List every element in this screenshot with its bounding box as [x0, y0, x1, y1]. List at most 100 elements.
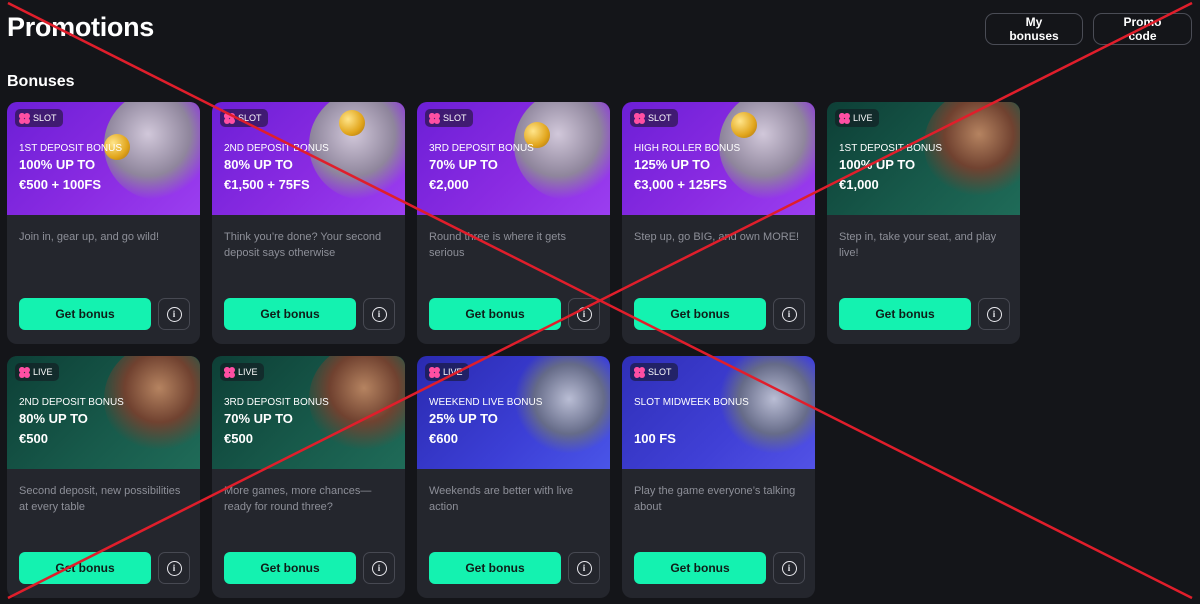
offer-amount: €600 [429, 431, 458, 446]
badge-label: SLOT [648, 367, 672, 377]
offer-amount: €500 [19, 431, 48, 446]
offer-amount: €500 + 100FS [19, 177, 102, 192]
info-button[interactable]: i [158, 552, 190, 584]
bonus-banner: LIVE 2ND DEPOSIT BONUS 80% UP TO €500 [7, 356, 200, 469]
offer-amount: €500 [224, 431, 253, 446]
badge-label: SLOT [443, 113, 467, 123]
offer-amount: €3,000 + 125FS [634, 177, 727, 192]
bonus-description: Step in, take your seat, and play live! [839, 231, 997, 259]
bonus-banner: SLOT SLOT MIDWEEK BONUS 100 FS [622, 356, 815, 469]
info-button[interactable]: i [773, 552, 805, 584]
offer-type: WEEKEND LIVE BONUS [429, 397, 543, 408]
clover-icon [19, 112, 30, 124]
coin-illustration [339, 110, 365, 136]
bonus-card: SLOT HIGH ROLLER BONUS 125% UP TO €3,000… [622, 102, 815, 344]
get-bonus-button[interactable]: Get bonus [224, 298, 356, 330]
bonus-card: SLOT 3RD DEPOSIT BONUS 70% UP TO €2,000 … [417, 102, 610, 344]
offer-type: 1ST DEPOSIT BONUS [19, 143, 122, 154]
offer-percent: 100% UP TO [839, 157, 916, 172]
header-actions: My bonuses Promo code [985, 13, 1192, 45]
info-button[interactable]: i [363, 298, 395, 330]
bonus-description: Second deposit, new possibilities at eve… [19, 485, 181, 513]
coin-illustration [731, 112, 757, 138]
info-icon: i [576, 560, 592, 576]
offer-type: 3RD DEPOSIT BONUS [429, 143, 534, 154]
clover-icon [839, 112, 850, 124]
info-button[interactable]: i [773, 298, 805, 330]
bonus-card: LIVE 1ST DEPOSIT BONUS 100% UP TO €1,000… [827, 102, 1020, 344]
badge-label: SLOT [238, 113, 262, 123]
clover-icon [634, 366, 645, 378]
get-bonus-button[interactable]: Get bonus [429, 298, 561, 330]
clover-icon [19, 366, 30, 378]
info-button[interactable]: i [158, 298, 190, 330]
info-button[interactable]: i [363, 552, 395, 584]
bonuses-heading: Bonuses [7, 73, 75, 90]
offer-percent: 70% UP TO [429, 157, 498, 172]
get-bonus-button[interactable]: Get bonus [224, 552, 356, 584]
clover-icon [224, 112, 235, 124]
badge-label: LIVE [238, 367, 258, 377]
clover-icon [634, 112, 645, 124]
clover-icon [429, 112, 440, 124]
page-title: Promotions [7, 12, 155, 42]
info-button[interactable]: i [568, 552, 600, 584]
offer-percent: 125% UP TO [634, 157, 711, 172]
bonus-description: More games, more chances—ready for round… [224, 485, 372, 513]
promo-code-button[interactable]: Promo code [1093, 13, 1192, 45]
offer-type: SLOT MIDWEEK BONUS [634, 397, 749, 408]
badge-label: LIVE [443, 367, 463, 377]
info-button[interactable]: i [568, 298, 600, 330]
bonus-card-grid: SLOT 1ST DEPOSIT BONUS 100% UP TO €500 +… [7, 102, 1020, 598]
bonus-card: LIVE 2ND DEPOSIT BONUS 80% UP TO €500 Se… [7, 356, 200, 598]
category-badge: LIVE [835, 109, 879, 127]
badge-label: SLOT [33, 113, 57, 123]
clover-icon [429, 366, 440, 378]
bonus-banner: SLOT 2ND DEPOSIT BONUS 80% UP TO €1,500 … [212, 102, 405, 215]
info-icon: i [781, 560, 797, 576]
get-bonus-button[interactable]: Get bonus [839, 298, 971, 330]
bonus-card: SLOT SLOT MIDWEEK BONUS 100 FS Play the … [622, 356, 815, 598]
offer-percent: 100% UP TO [19, 157, 96, 172]
badge-label: SLOT [648, 113, 672, 123]
info-button[interactable]: i [978, 298, 1010, 330]
offer-percent: 80% UP TO [224, 157, 293, 172]
bonus-banner: LIVE 1ST DEPOSIT BONUS 100% UP TO €1,000 [827, 102, 1020, 215]
bonus-description: Play the game everyone’s talking about [634, 485, 796, 513]
get-bonus-button[interactable]: Get bonus [429, 552, 561, 584]
info-icon: i [371, 560, 387, 576]
get-bonus-button[interactable]: Get bonus [634, 298, 766, 330]
bonus-description: Weekends are better with live action [429, 485, 574, 513]
bonus-description: Join in, gear up, and go wild! [19, 231, 160, 243]
bonus-banner: SLOT 3RD DEPOSIT BONUS 70% UP TO €2,000 [417, 102, 610, 215]
offer-type: HIGH ROLLER BONUS [634, 143, 741, 154]
get-bonus-button[interactable]: Get bonus [634, 552, 766, 584]
promotions-page: Promotions My bonuses Promo code Bonuses… [0, 0, 1200, 604]
category-badge: SLOT [15, 109, 63, 127]
get-bonus-button[interactable]: Get bonus [19, 552, 151, 584]
get-bonus-button[interactable]: Get bonus [19, 298, 151, 330]
bonus-banner: SLOT HIGH ROLLER BONUS 125% UP TO €3,000… [622, 102, 815, 215]
category-badge: SLOT [220, 109, 268, 127]
bonus-banner: LIVE 3RD DEPOSIT BONUS 70% UP TO €500 [212, 356, 405, 469]
offer-percent: 70% UP TO [224, 411, 293, 426]
offer-type: 1ST DEPOSIT BONUS [839, 143, 942, 154]
category-badge: LIVE [220, 363, 264, 381]
bonus-banner: SLOT 1ST DEPOSIT BONUS 100% UP TO €500 +… [7, 102, 200, 215]
info-icon: i [166, 306, 182, 322]
info-icon: i [166, 560, 182, 576]
offer-amount: €1,500 + 75FS [224, 177, 310, 192]
bonus-description: Step up, go BIG, and own MORE! [634, 231, 800, 243]
offer-amount: €2,000 [429, 177, 469, 192]
category-badge: LIVE [425, 363, 469, 381]
category-badge: SLOT [425, 109, 473, 127]
category-badge: LIVE [15, 363, 59, 381]
my-bonuses-button[interactable]: My bonuses [985, 13, 1083, 45]
offer-type: 3RD DEPOSIT BONUS [224, 397, 329, 408]
info-icon: i [781, 306, 797, 322]
bonus-card: SLOT 2ND DEPOSIT BONUS 80% UP TO €1,500 … [212, 102, 405, 344]
offer-percent: 80% UP TO [19, 411, 88, 426]
bonus-card: LIVE WEEKEND LIVE BONUS 25% UP TO €600 W… [417, 356, 610, 598]
bonus-description: Think you’re done? Your second deposit s… [224, 231, 382, 259]
bonus-card: LIVE 3RD DEPOSIT BONUS 70% UP TO €500 Mo… [212, 356, 405, 598]
